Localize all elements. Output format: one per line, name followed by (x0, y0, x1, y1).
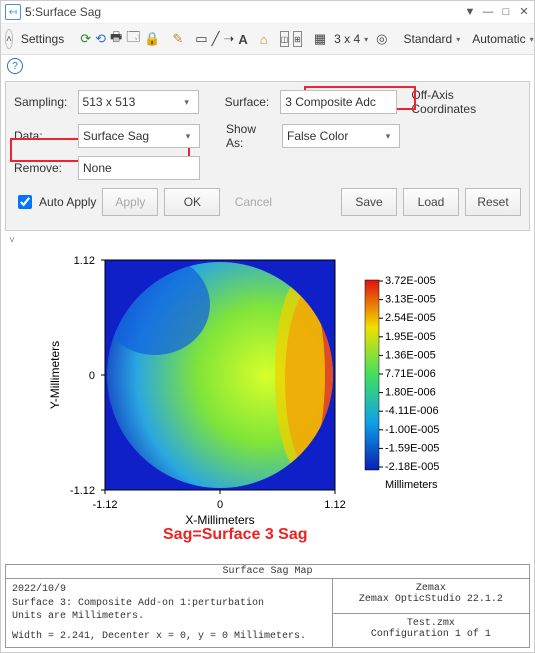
target-icon[interactable]: ◎ (376, 31, 387, 47)
svg-text:2.54E-005: 2.54E-005 (385, 312, 436, 324)
home-icon[interactable]: ⌂ (260, 31, 268, 47)
surface-select[interactable]: 3 Composite Adc (280, 90, 397, 114)
remove-select[interactable]: None (78, 156, 200, 180)
svg-text:-1.59E-005: -1.59E-005 (385, 442, 439, 454)
svg-text:7.71E-006: 7.71E-006 (385, 368, 436, 380)
automatic-select[interactable]: Automatic (468, 28, 534, 50)
svg-text:3.72E-005: 3.72E-005 (385, 275, 436, 287)
svg-text:0: 0 (89, 370, 95, 382)
standard-select[interactable]: Standard (400, 28, 465, 50)
window-icon: ↤ (5, 4, 21, 20)
svg-text:1.95E-005: 1.95E-005 (385, 331, 436, 343)
save-button[interactable]: Save (341, 188, 397, 216)
rect-tool-icon[interactable]: ▭ (195, 31, 207, 47)
pencil-icon[interactable]: ✎ (172, 31, 183, 47)
surface-label: Surface: (225, 95, 275, 109)
info-header: Surface Sag Map (6, 565, 529, 579)
svg-text:-1.00E-005: -1.00E-005 (385, 424, 439, 436)
minimize-button[interactable]: — (482, 6, 494, 18)
plot-annotation: Sag=Surface 3 Sag (163, 526, 308, 544)
text-tool-icon[interactable]: A (238, 31, 247, 47)
settings-button[interactable]: Settings (17, 28, 68, 50)
layout2-icon[interactable]: ⊞ (293, 31, 302, 47)
surface-sag-plot: 1.12 0 -1.12 -1.12 0 1.12 X-Millimeters … (45, 250, 475, 558)
info-right: Zemax Zemax OpticStudio 22.1.2 Test.zmx … (332, 579, 529, 647)
sync-icon[interactable]: ⟲ (95, 31, 106, 47)
svg-text:-4.11E-006: -4.11E-006 (385, 405, 439, 417)
save-icon[interactable]: 🗔 (126, 31, 140, 47)
remove-label: Remove: (14, 161, 72, 175)
load-button[interactable]: Load (403, 188, 459, 216)
data-select[interactable]: Surface Sag▾ (78, 124, 200, 148)
grid-size-select[interactable]: 3 x 4 (330, 28, 372, 50)
svg-text:X-Millimeters: X-Millimeters (185, 513, 254, 527)
titlebar: ↤ 5 : Surface Sag ▼ — □ ✕ (1, 1, 534, 24)
svg-text:1.12: 1.12 (324, 499, 345, 511)
maximize-button[interactable]: □ (500, 6, 512, 18)
close-button[interactable]: ✕ (518, 6, 530, 18)
offaxis-link[interactable]: Off-Axis Coordinates (411, 88, 521, 116)
window-index: 5 (25, 5, 32, 19)
info-box: Surface Sag Map 2022/10/9 Surface 3: Com… (5, 564, 530, 648)
arrow-tool-icon[interactable]: ➝ (223, 31, 234, 47)
toolbar: ˄ Settings ⟳ ⟲ 🖶 🗔 🔒 ✎ ▭ ╱ ➝ A ⌂ ◫ ⊞ ▦ 3… (1, 24, 534, 55)
svg-text:Millimeters: Millimeters (385, 479, 438, 491)
cancel-button[interactable]: Cancel (226, 189, 280, 215)
svg-text:-2.18E-005: -2.18E-005 (385, 461, 439, 473)
svg-text:Y-Millimeters: Y-Millimeters (48, 341, 62, 409)
window-title: Surface Sag (35, 5, 101, 19)
showas-select[interactable]: False Color▾ (282, 124, 400, 148)
help-row: ? (1, 55, 534, 77)
help-icon[interactable]: ? (7, 58, 23, 74)
svg-text:0: 0 (217, 499, 223, 511)
ok-button[interactable]: OK (164, 188, 220, 216)
svg-text:-1.12: -1.12 (92, 499, 117, 511)
print-icon[interactable]: 🖶 (110, 31, 122, 47)
lock-icon[interactable]: 🔒 (144, 31, 160, 47)
svg-text:1.80E-006: 1.80E-006 (385, 387, 436, 399)
plot-area: 1.12 0 -1.12 -1.12 0 1.12 X-Millimeters … (1, 246, 534, 560)
reset-button[interactable]: Reset (465, 188, 521, 216)
dropdown-button[interactable]: ▼ (464, 6, 476, 18)
refresh-icon[interactable]: ⟳ (80, 31, 91, 47)
settings-panel: Sampling: 513 x 513▾ Surface: 3 Composit… (5, 81, 530, 231)
svg-text:-1.12: -1.12 (70, 485, 95, 497)
svg-text:1.12: 1.12 (74, 255, 95, 267)
collapse-settings-button[interactable]: ˄ (5, 29, 13, 49)
apply-button[interactable]: Apply (102, 188, 158, 216)
window-frame: ↤ 5 : Surface Sag ▼ — □ ✕ ˄ Settings ⟳ ⟲… (0, 0, 535, 653)
showas-label: Show As: (226, 122, 276, 150)
grid-icon[interactable]: ▦ (314, 31, 326, 47)
svg-text:3.13E-005: 3.13E-005 (385, 294, 436, 306)
sampling-select[interactable]: 513 x 513▾ (78, 90, 199, 114)
info-left: 2022/10/9 Surface 3: Composite Add-on 1:… (6, 579, 332, 647)
line-tool-icon[interactable]: ╱ (212, 31, 220, 47)
sampling-label: Sampling: (14, 95, 72, 109)
autoapply-checkbox[interactable]: Auto Apply (14, 192, 96, 212)
svg-text:1.36E-005: 1.36E-005 (385, 349, 436, 361)
data-label: Data: (14, 129, 72, 143)
layout1-icon[interactable]: ◫ (280, 31, 290, 47)
scroll-hint-icon: ˅ (1, 235, 534, 246)
